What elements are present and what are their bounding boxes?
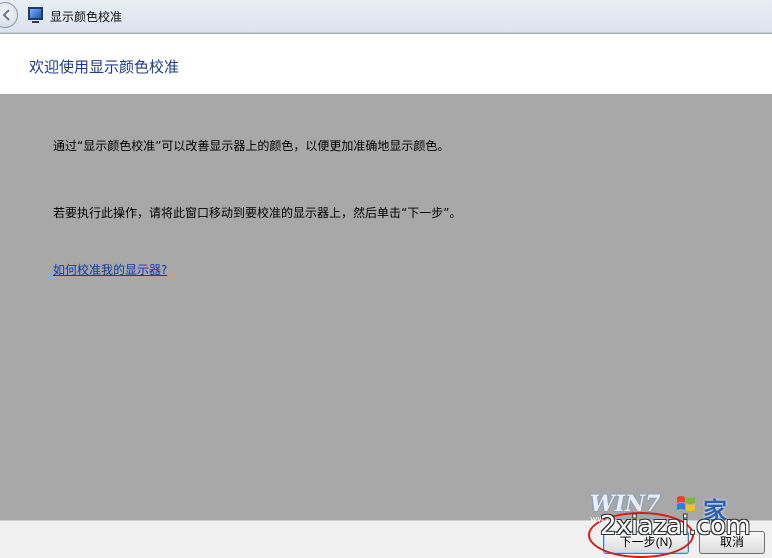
back-arrow-icon [2,9,10,21]
page-title: 欢迎使用显示颜色校准 [29,58,180,76]
help-link[interactable]: 如何校准我的显示器? [53,261,167,278]
intro-text: 通过“显示颜色校准”可以改善显示器上的颜色，以便更加准确地显示颜色。 [53,139,450,153]
title-bar: 显示颜色校准 [0,0,772,33]
page-header: 欢迎使用显示颜色校准 [0,34,772,94]
watermark-site: 2xiazai.com [600,511,751,541]
back-button[interactable] [0,2,18,28]
monitor-icon [28,7,43,23]
instruction-text: 若要执行此操作，请将此窗口移动到要校准的显示器上，然后单击“下一步”。 [53,206,462,220]
window-title: 显示颜色校准 [50,10,123,24]
content-area: 通过“显示颜色校准”可以改善显示器上的颜色，以便更加准确地显示颜色。 若要执行此… [0,94,772,520]
